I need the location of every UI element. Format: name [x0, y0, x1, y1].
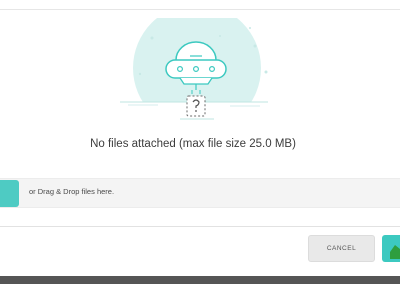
dialog-top-edge — [0, 0, 400, 10]
cancel-button[interactable]: CANCEL — [308, 235, 375, 262]
empty-state-message: No files attached (max file size 25.0 MB… — [90, 138, 296, 150]
footer-divider — [0, 226, 400, 227]
upload-drop-zone[interactable]: or Drag & Drop files here. — [0, 178, 400, 208]
upload-button[interactable] — [0, 180, 19, 207]
check-icon — [390, 245, 400, 259]
ufo-unknown-file-icon — [100, 4, 300, 142]
drag-drop-hint: or Drag & Drop files here. — [29, 187, 115, 196]
page-bottom-bar — [0, 276, 400, 284]
confirm-button[interactable] — [382, 235, 400, 262]
